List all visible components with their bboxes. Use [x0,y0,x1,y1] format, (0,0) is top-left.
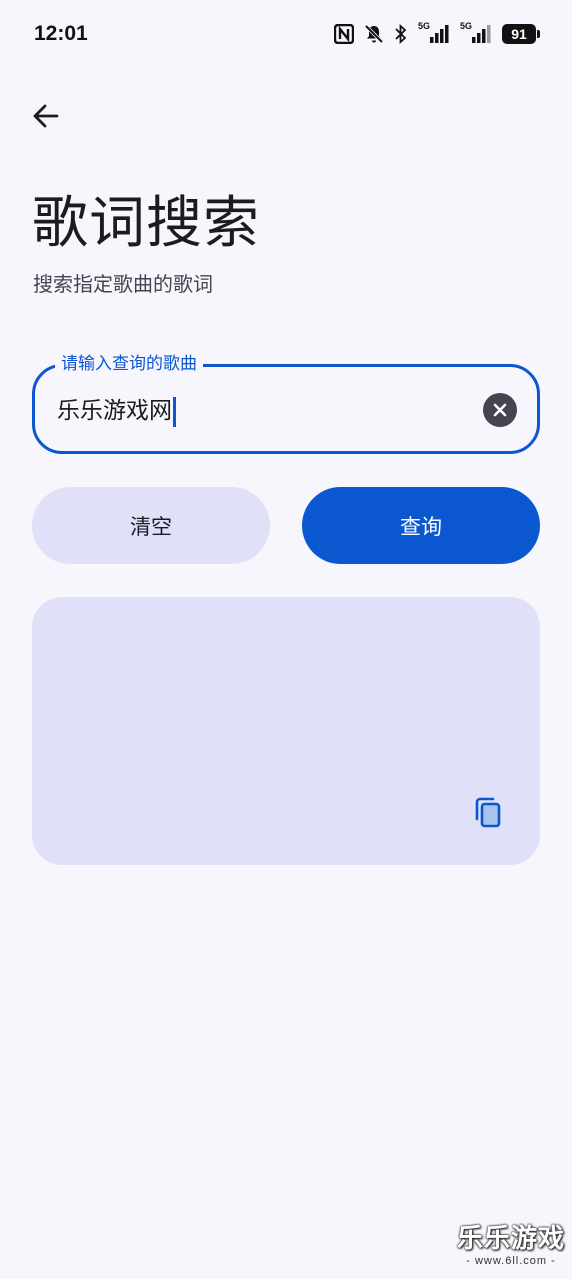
bluetooth-icon [394,24,408,44]
lyrics-result-card [32,597,540,865]
watermark-text: 乐乐游戏 [456,1224,565,1254]
query-button[interactable]: 查询 [302,487,540,564]
signal-icon: 5G [460,21,492,45]
search-field-label: 请输入查询的歌曲 [55,352,203,376]
watermark-url: - www.6ll.com - [466,1255,556,1267]
status-time: 12:01 [34,22,88,45]
song-search-input[interactable]: 乐乐游戏网 [57,393,457,429]
arrow-left-icon [33,104,59,128]
close-icon [493,403,507,417]
bell-off-icon [364,24,384,44]
signal-icon: 5G [418,21,450,45]
status-icons: 5G 5G 91 [334,21,540,46]
status-bar: 12:01 5G 5G 91 [0,0,572,68]
copy-icon [475,797,501,828]
copy-button[interactable] [470,795,506,831]
clear-button[interactable]: 清空 [32,487,270,564]
nfc-icon [334,24,354,44]
battery-level: 91 [511,26,527,42]
battery-icon: 91 [502,24,540,44]
search-input-value[interactable]: 乐乐游戏网 [57,398,172,424]
back-button[interactable] [26,96,66,136]
song-search-field[interactable]: 请输入查询的歌曲 乐乐游戏网 [32,352,540,454]
page-title: 歌词搜索 [32,191,260,256]
text-cursor [173,396,176,427]
page-subtitle: 搜索指定歌曲的歌词 [33,272,213,296]
clear-input-button[interactable] [483,393,517,427]
watermark-logo: 乐乐游戏 - www.6ll.com - [452,1223,570,1273]
